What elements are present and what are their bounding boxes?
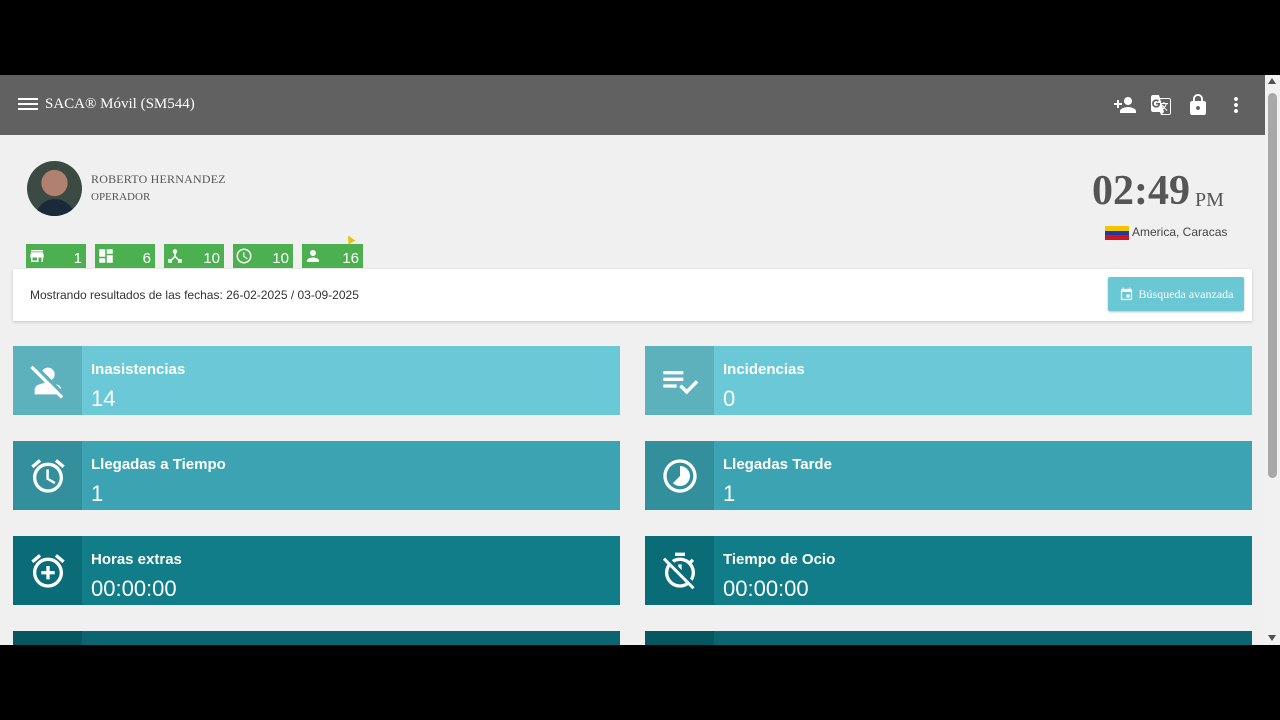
scroll-thumb[interactable] <box>1268 93 1277 478</box>
advanced-search-button[interactable]: Búsqueda avanzada <box>1108 277 1244 311</box>
store-icon <box>30 250 44 262</box>
translate-icon[interactable] <box>1149 93 1173 117</box>
card-label: Llegadas Tarde <box>723 456 832 473</box>
card-partial[interactable] <box>13 631 620 645</box>
card-value: 00:00:00 <box>91 576 177 601</box>
badge-count: 10 <box>203 249 220 267</box>
badge-hierarchy[interactable]: 10 <box>164 244 224 268</box>
timezone-label: America, Caracas <box>1132 225 1228 239</box>
card-value: 1 <box>723 481 736 506</box>
lock-icon[interactable] <box>1186 93 1210 117</box>
timelapse-icon <box>662 458 697 493</box>
app-viewport: SACA® Móvil (SM544) ROBERTO HERNANDEZ OP… <box>0 75 1280 645</box>
mouse-cursor-icon <box>344 233 356 245</box>
card-label: Horas extras <box>91 551 182 568</box>
badge-dashboards[interactable]: 6 <box>95 244 155 268</box>
card-value: 1 <box>91 481 104 506</box>
venezuela-flag-icon <box>1105 226 1129 240</box>
card-label: Inasistencias <box>91 361 186 378</box>
clock-icon <box>236 248 252 264</box>
card-label: Incidencias <box>723 361 805 378</box>
alarm-add-icon <box>30 553 65 588</box>
app-title: SACA® Móvil (SM544) <box>45 96 195 112</box>
date-range-text: Mostrando resultados de las fechas: 26-0… <box>30 288 359 302</box>
badge-count: 10 <box>272 249 289 267</box>
badge-count: 16 <box>342 249 359 267</box>
calendar-icon <box>1120 287 1132 300</box>
hierarchy-icon <box>168 249 182 263</box>
card-incidencias[interactable]: Incidencias 0 <box>645 346 1252 415</box>
person-icon <box>307 250 319 262</box>
avatar[interactable] <box>27 161 82 216</box>
card-llegadas-tarde[interactable]: Llegadas Tarde 1 <box>645 441 1252 510</box>
scroll-down-arrow-icon[interactable] <box>1268 635 1276 641</box>
menu-icon[interactable] <box>18 95 38 115</box>
dashboard-icon <box>99 249 113 263</box>
clock-time: 02:49 <box>1092 168 1190 214</box>
card-partial[interactable] <box>645 631 1252 645</box>
user-role: OPERADOR <box>91 191 151 203</box>
person-add-icon[interactable] <box>1113 93 1137 117</box>
card-value: 14 <box>91 386 116 411</box>
vertical-scrollbar[interactable] <box>1265 75 1280 645</box>
badge-stores[interactable]: 1 <box>26 244 86 268</box>
playlist-check-icon <box>662 370 698 394</box>
badge-count: 6 <box>142 249 151 267</box>
top-app-bar: SACA® Móvil (SM544) <box>0 75 1265 135</box>
date-filter-bar: Mostrando resultados de las fechas: 26-0… <box>13 269 1252 321</box>
user-name: ROBERTO HERNANDEZ <box>91 172 226 186</box>
badge-people[interactable]: 16 <box>302 244 363 268</box>
card-label: Llegadas a Tiempo <box>91 456 226 473</box>
timer-off-icon <box>662 552 695 589</box>
card-tiempo-de-ocio[interactable]: Tiempo de Ocio 00:00:00 <box>645 536 1252 605</box>
card-horas-extras[interactable]: Horas extras 00:00:00 <box>13 536 620 605</box>
card-label: Tiempo de Ocio <box>723 551 836 568</box>
more-vert-icon[interactable] <box>1224 93 1248 117</box>
person-off-icon <box>29 365 63 399</box>
alarm-icon <box>30 458 65 493</box>
card-value: 0 <box>723 386 736 411</box>
badge-schedules[interactable]: 10 <box>233 244 293 268</box>
advanced-search-label: Búsqueda avanzada <box>1138 286 1234 301</box>
card-inasistencias[interactable]: Inasistencias 14 <box>13 346 620 415</box>
card-llegadas-a-tiempo[interactable]: Llegadas a Tiempo 1 <box>13 441 620 510</box>
clock-ampm: PM <box>1195 189 1224 211</box>
badge-count: 1 <box>73 249 82 267</box>
scroll-up-arrow-icon[interactable] <box>1268 78 1276 84</box>
card-value: 00:00:00 <box>723 576 809 601</box>
